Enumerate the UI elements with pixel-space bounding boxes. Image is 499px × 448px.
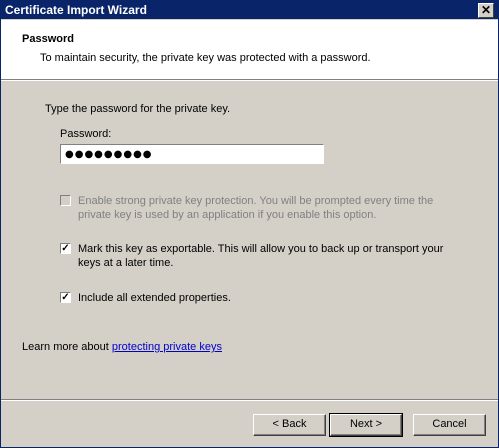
page-subtitle: To maintain security, the private key wa… — [40, 52, 371, 64]
exportable-checkbox[interactable]: ✓ — [60, 243, 71, 254]
title-bar[interactable]: Certificate Import Wizard ✕ — [1, 1, 498, 19]
strong-protection-option: Enable strong private key protection. Yo… — [60, 194, 450, 224]
window-title: Certificate Import Wizard — [5, 3, 147, 17]
cancel-button[interactable]: Cancel — [413, 414, 486, 436]
extended-properties-option[interactable]: ✓ Include all extended properties. — [60, 291, 450, 307]
wizard-header: Password To maintain security, the priva… — [1, 20, 498, 79]
strong-protection-checkbox — [60, 195, 71, 206]
close-icon: ✕ — [480, 3, 492, 17]
certificate-import-wizard-window: Certificate Import Wizard ✕ Password To … — [0, 0, 499, 448]
password-label: Password: — [60, 128, 112, 140]
protecting-private-keys-link[interactable]: protecting private keys — [112, 341, 222, 353]
exportable-label[interactable]: Mark this key as exportable. This will a… — [78, 242, 450, 270]
page-title: Password — [22, 33, 74, 45]
strong-protection-label: Enable strong private key protection. Yo… — [78, 195, 434, 221]
close-button[interactable]: ✕ — [478, 3, 494, 18]
extended-properties-label[interactable]: Include all extended properties. — [78, 291, 450, 305]
extended-properties-checkbox[interactable]: ✓ — [60, 292, 71, 303]
password-prompt: Type the password for the private key. — [45, 103, 231, 115]
back-button[interactable]: < Back — [253, 414, 326, 436]
footer-divider — [1, 399, 498, 401]
next-button[interactable]: Next > — [329, 413, 403, 437]
learn-more-text: Learn more about protecting private keys — [22, 341, 222, 353]
password-field[interactable] — [60, 144, 324, 164]
exportable-option[interactable]: ✓ Mark this key as exportable. This will… — [60, 242, 450, 272]
header-divider — [1, 79, 498, 81]
learn-more-prefix: Learn more about — [22, 341, 112, 353]
